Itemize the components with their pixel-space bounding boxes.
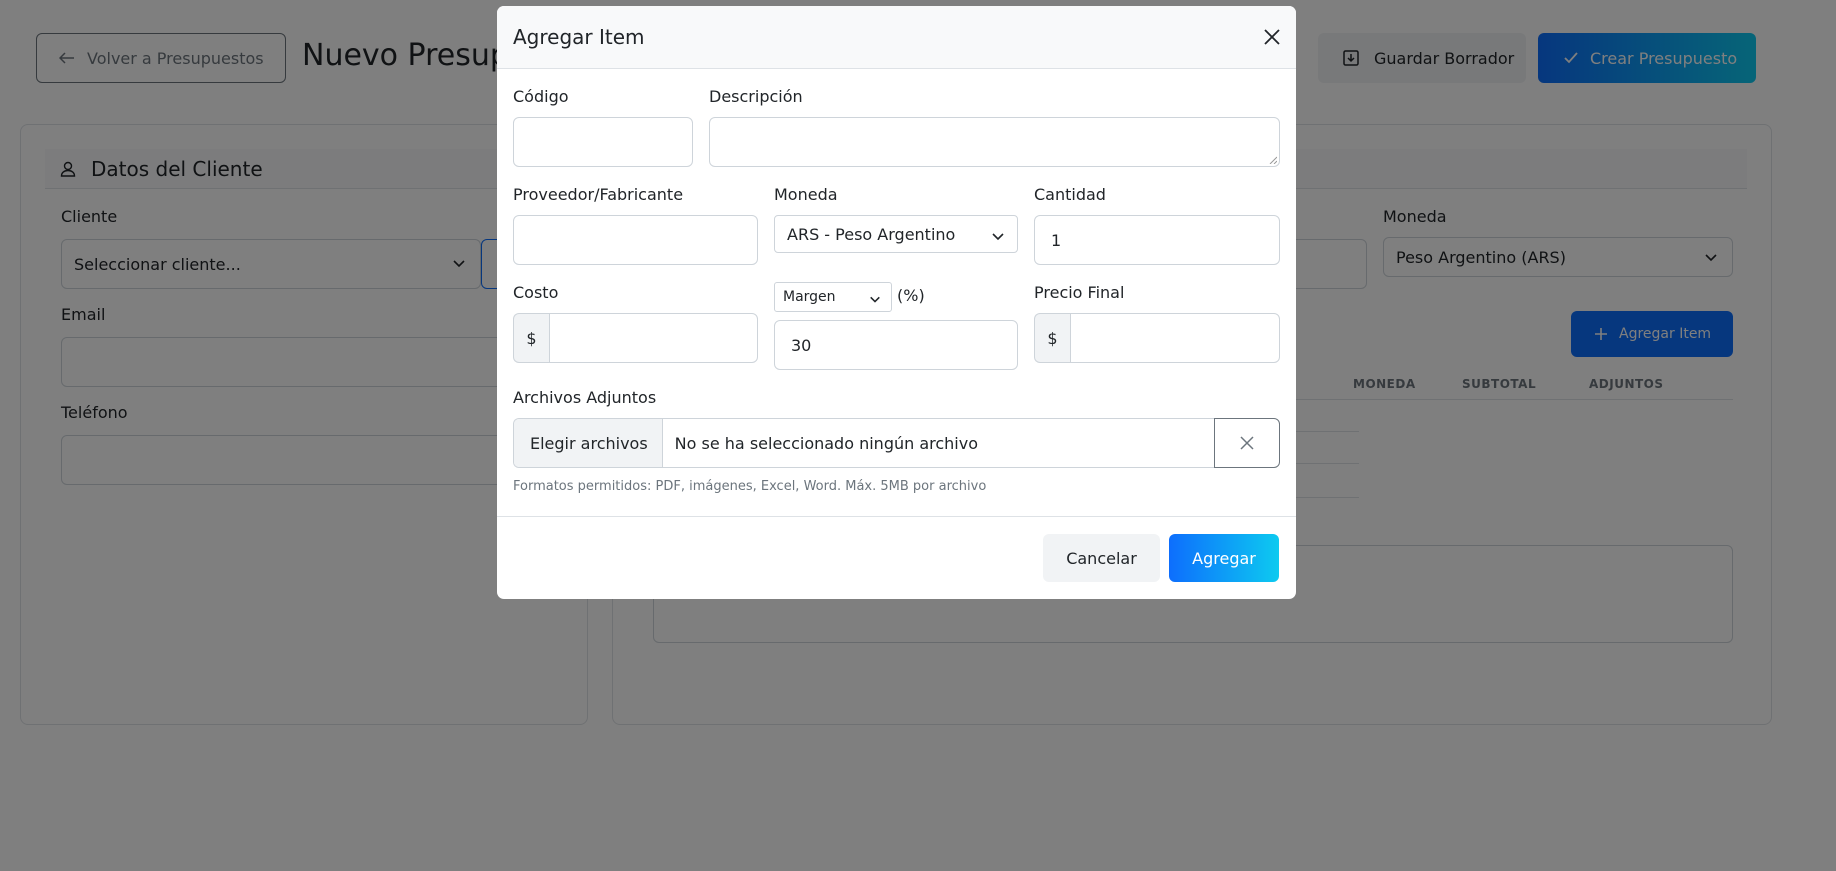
cancel-button[interactable]: Cancelar — [1043, 534, 1160, 582]
codigo-label: Código — [513, 87, 569, 106]
margin-type-value: Margen — [783, 289, 836, 305]
precio-final-label: Precio Final — [1034, 283, 1125, 302]
modal-footer: Cancelar Agregar — [497, 516, 1296, 599]
cantidad-value: 1 — [1051, 230, 1062, 250]
margin-type-select[interactable]: Margen — [774, 282, 892, 312]
margin-value: 30 — [791, 335, 812, 355]
cantidad-label: Cantidad — [1034, 185, 1106, 204]
cantidad-field[interactable]: 1 — [1034, 215, 1280, 265]
resize-handle-icon[interactable] — [1269, 156, 1277, 164]
close-icon — [1264, 29, 1280, 45]
percent-label: (%) — [897, 286, 925, 305]
chevron-down-icon — [870, 296, 880, 303]
close-button[interactable] — [1261, 26, 1283, 48]
proveedor-field[interactable] — [513, 215, 758, 265]
file-help-text: Formatos permitidos: PDF, imágenes, Exce… — [513, 479, 987, 494]
precio-currency-addon: $ — [1034, 313, 1070, 363]
moneda-select-value: ARS - Peso Argentino — [787, 224, 956, 244]
precio-final-field[interactable] — [1070, 313, 1280, 363]
precio-final-input-group: $ — [1034, 313, 1280, 363]
add-item-modal: Agregar Item Código Descripción Proveedo… — [497, 6, 1296, 599]
adjuntos-label: Archivos Adjuntos — [513, 388, 657, 407]
modal-header: Agregar Item — [497, 6, 1296, 69]
chevron-down-icon — [992, 233, 1004, 241]
proveedor-label: Proveedor/Fabricante — [513, 185, 684, 204]
descripcion-label: Descripción — [709, 87, 803, 106]
costo-label: Costo — [513, 283, 559, 302]
costo-currency-addon: $ — [513, 313, 549, 363]
close-icon — [1240, 436, 1254, 450]
costo-field[interactable] — [549, 313, 758, 363]
margin-field[interactable]: 30 — [774, 320, 1018, 370]
file-input[interactable]: Elegir archivos No se ha seleccionado ni… — [513, 418, 1214, 468]
add-button[interactable]: Agregar — [1169, 534, 1279, 582]
choose-files-button[interactable]: Elegir archivos — [514, 419, 663, 467]
modal-title: Agregar Item — [513, 25, 645, 49]
file-input-group: Elegir archivos No se ha seleccionado ni… — [513, 418, 1280, 468]
moneda-label: Moneda — [774, 185, 838, 204]
file-status: No se ha seleccionado ningún archivo — [674, 433, 979, 453]
codigo-field[interactable] — [513, 117, 693, 167]
descripcion-textarea[interactable] — [709, 117, 1280, 167]
moneda-select[interactable]: ARS - Peso Argentino — [774, 215, 1018, 253]
clear-files-button[interactable] — [1214, 418, 1280, 468]
costo-input-group: $ — [513, 313, 758, 363]
